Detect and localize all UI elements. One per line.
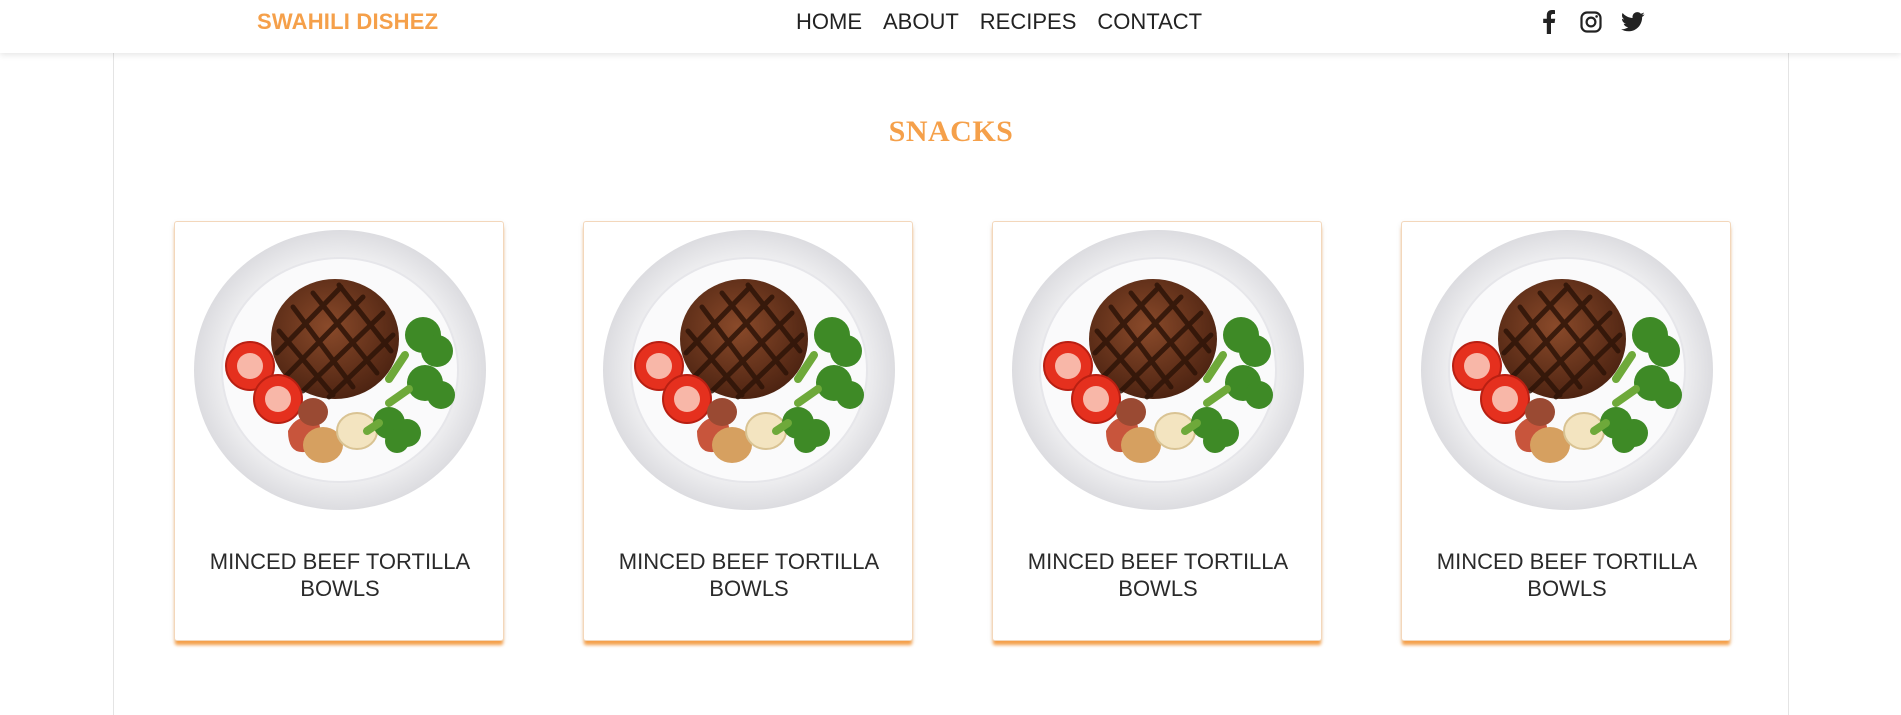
recipe-card[interactable]: MINCED BEEF TORTILLA BOWLS (992, 221, 1322, 641)
recipe-card-title: MINCED BEEF TORTILLA BOWLS (618, 549, 880, 601)
grilled-steak-plate-image (1012, 230, 1304, 510)
facebook-icon[interactable] (1536, 9, 1562, 35)
content-container: SNACKS MINCED BEEF TORTILLA BOWLS MINCED… (113, 53, 1789, 715)
grilled-steak-plate-image (194, 230, 486, 510)
navbar: SWAHILI DISHEZ HOME ABOUT RECIPES CONTAC… (0, 0, 1901, 53)
section-title: SNACKS (888, 115, 1014, 148)
nav-contact[interactable]: CONTACT (1097, 9, 1202, 35)
recipe-card[interactable]: MINCED BEEF TORTILLA BOWLS (583, 221, 913, 641)
recipe-card[interactable]: MINCED BEEF TORTILLA BOWLS (174, 221, 504, 641)
social-links (1536, 9, 1646, 35)
grilled-steak-plate-image (1421, 230, 1713, 510)
recipe-card[interactable]: MINCED BEEF TORTILLA BOWLS (1401, 221, 1731, 641)
nav-about[interactable]: ABOUT (883, 9, 959, 35)
twitter-icon[interactable] (1620, 9, 1646, 35)
nav-home[interactable]: HOME (796, 9, 862, 35)
recipe-cards: MINCED BEEF TORTILLA BOWLS MINCED BEEF T… (174, 221, 1731, 641)
brand-logo[interactable]: SWAHILI DISHEZ (257, 9, 438, 35)
instagram-icon[interactable] (1578, 9, 1604, 35)
recipe-card-title: MINCED BEEF TORTILLA BOWLS (1027, 549, 1289, 601)
nav-links: HOME ABOUT RECIPES CONTACT (796, 9, 1202, 35)
recipe-card-title: MINCED BEEF TORTILLA BOWLS (1436, 549, 1698, 601)
nav-recipes[interactable]: RECIPES (980, 9, 1077, 35)
grilled-steak-plate-image (603, 230, 895, 510)
recipe-card-title: MINCED BEEF TORTILLA BOWLS (209, 549, 471, 601)
